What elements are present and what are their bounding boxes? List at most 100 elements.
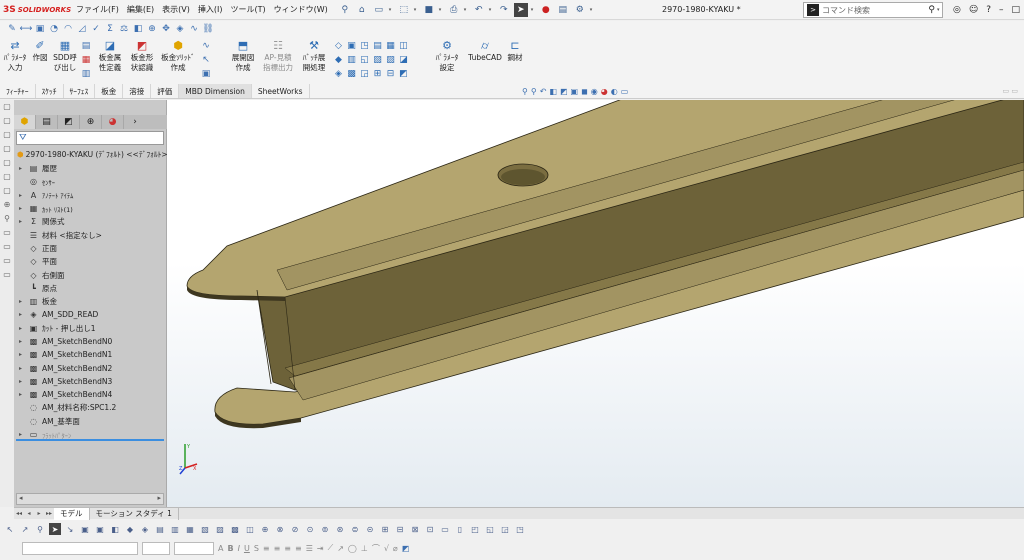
tool-icon[interactable]: ↖: [4, 523, 16, 535]
traffic-light-icon[interactable]: ●: [539, 3, 553, 17]
fillet-icon[interactable]: ◠: [62, 23, 74, 35]
feature-tree-item[interactable]: ▸ Σ 関係式: [19, 215, 167, 228]
feature-tree-item[interactable]: ▸ ▦ ｶｯﾄ ﾘｽﾄ(1): [19, 202, 167, 215]
rollback-bar[interactable]: [16, 439, 164, 441]
tab-evaluate[interactable]: 評価: [151, 84, 180, 98]
new-document-icon[interactable]: ▭: [372, 3, 386, 17]
tab-surfaces[interactable]: ｻｰﾌｪｽ: [64, 84, 96, 98]
strip-tool-icon[interactable]: ▢: [1, 144, 13, 156]
section-view-icon[interactable]: ◧: [549, 87, 557, 96]
horizontal-scrollbar[interactable]: ◂ ▸: [16, 493, 164, 505]
view-orientation-icon[interactable]: ▣: [571, 87, 579, 96]
dimxpert-tab-icon[interactable]: ⊕: [80, 115, 102, 129]
bold-icon[interactable]: B: [227, 544, 233, 553]
datum-icon[interactable]: ⊥: [361, 544, 368, 553]
tool-icon[interactable]: ◫: [244, 523, 256, 535]
maximize-icon[interactable]: □: [1011, 0, 1020, 20]
feature-tree-item[interactable]: ◇ 平面: [19, 255, 167, 268]
smart-dimension-icon[interactable]: ⟷: [20, 23, 33, 35]
property-manager-tab-icon[interactable]: ▤: [36, 115, 58, 129]
sheet-red-icon[interactable]: ▦: [80, 54, 92, 66]
tool-icon[interactable]: ◩: [397, 67, 410, 81]
tool-icon[interactable]: ⊟: [394, 523, 406, 535]
tool-icon[interactable]: ⊞: [379, 523, 391, 535]
tool-icon[interactable]: ▭: [439, 523, 451, 535]
tool-icon[interactable]: ▧: [371, 53, 384, 67]
strip-tool-icon[interactable]: ▢: [1, 116, 13, 128]
chevron-down-icon[interactable]: ▾: [531, 7, 536, 13]
feature-tree-item[interactable]: ◎ ｾﾝｻｰ: [19, 175, 167, 188]
sdd-call-button[interactable]: ▦ SDD呼 び出し: [52, 39, 78, 73]
tool-icon[interactable]: ▥: [169, 523, 181, 535]
feature-tree-item[interactable]: ▸ A ｱﾉﾃｰﾄ ｱｲﾃﾑ: [19, 189, 167, 202]
select-cursor-icon[interactable]: ➤: [513, 2, 528, 17]
print-icon[interactable]: ⎙: [447, 3, 461, 17]
expand-arrow-icon[interactable]: ▸: [19, 192, 28, 199]
tool-icon[interactable]: ⊟: [384, 67, 397, 81]
select-icon[interactable]: ➤: [49, 523, 61, 535]
tool-icon[interactable]: ◈: [332, 67, 345, 81]
tool-icon[interactable]: ▦: [384, 39, 397, 53]
sheet-list-icon[interactable]: ▥: [80, 68, 92, 80]
last-tab-icon[interactable]: ▸▸: [44, 510, 54, 517]
tool-icon[interactable]: ▩: [345, 67, 358, 81]
expand-arrow-icon[interactable]: ▸: [19, 378, 28, 385]
tool-icon[interactable]: ◰: [469, 523, 481, 535]
dynamic-annotation-icon[interactable]: ◩: [560, 87, 568, 96]
tool-icon[interactable]: ⊗: [274, 523, 286, 535]
zoom-to-fit-icon[interactable]: ⚲: [522, 87, 528, 96]
expand-arrow-icon[interactable]: ▸: [19, 391, 28, 398]
feature-tree-item[interactable]: ▸ ▤ 履歴: [19, 162, 167, 175]
tool-icon[interactable]: ⊜: [349, 523, 361, 535]
mass-icon[interactable]: ⚖: [118, 23, 130, 35]
configuration-manager-tab-icon[interactable]: ◩: [58, 115, 80, 129]
tool-icon[interactable]: ↘: [64, 523, 76, 535]
hide-show-icon[interactable]: ◉: [591, 87, 598, 96]
tab-sketch[interactable]: ｽｹｯﾁ: [36, 84, 64, 98]
menu-edit[interactable]: 編集(E): [123, 0, 158, 20]
undo-icon[interactable]: ↶: [472, 3, 486, 17]
scroll-left-icon[interactable]: ◂: [19, 494, 23, 502]
zoom-area-icon[interactable]: ⚲: [531, 87, 537, 96]
first-tab-icon[interactable]: ◂◂: [14, 510, 24, 517]
expand-arrow-icon[interactable]: ▸: [19, 325, 28, 332]
tool-icon[interactable]: ▯: [454, 523, 466, 535]
chamfer-icon[interactable]: ◿: [76, 23, 88, 35]
scene-icon[interactable]: ◐: [611, 87, 618, 96]
viewport-close-icon[interactable]: ▭: [1011, 87, 1018, 95]
expand-arrow-icon[interactable]: ▸: [19, 431, 28, 438]
scroll-right-icon[interactable]: ▸: [157, 494, 161, 502]
feature-tree-item[interactable]: ▸ ▩ AM_SketchBendN3: [19, 375, 167, 388]
feature-tree-item[interactable]: ◇ 右側面: [19, 268, 167, 281]
file-properties-icon[interactable]: ▤: [556, 3, 570, 17]
tab-sheet-metal[interactable]: 板金: [95, 84, 124, 98]
minimize-icon[interactable]: –: [999, 0, 1004, 20]
chevron-down-icon[interactable]: ▾: [489, 7, 494, 13]
extrude-icon[interactable]: ▣: [34, 23, 46, 35]
font-select[interactable]: [22, 541, 138, 555]
height-field[interactable]: [174, 541, 214, 555]
strip-tool-icon[interactable]: ▢: [1, 158, 13, 170]
font-size-select[interactable]: [142, 541, 170, 555]
balloon-icon[interactable]: ◯: [348, 544, 357, 553]
save-icon[interactable]: ■: [422, 3, 436, 17]
tool-icon[interactable]: ⚲: [34, 523, 46, 535]
home-icon[interactable]: ⌂: [355, 3, 369, 17]
revolve-icon[interactable]: ◔: [48, 23, 60, 35]
tool-icon[interactable]: ◆: [124, 523, 136, 535]
tool-icon[interactable]: ◳: [514, 523, 526, 535]
feature-tree-item[interactable]: ◌ AM_基準面: [19, 415, 167, 428]
user-icon[interactable]: ☺: [969, 0, 978, 20]
tool-icon[interactable]: ◲: [499, 523, 511, 535]
feature-tree-item[interactable]: ◇ 正面: [19, 242, 167, 255]
feature-tree-item[interactable]: ☰ 材料 <指定なし>: [19, 228, 167, 241]
tool-icon[interactable]: ▦: [184, 523, 196, 535]
curve-tool-icon[interactable]: ∿: [200, 40, 212, 52]
tool-icon[interactable]: ◫: [397, 39, 410, 53]
feature-tree-item[interactable]: ▸ ▩ AM_SketchBendN0: [19, 335, 167, 348]
view-settings-icon[interactable]: ▭: [621, 87, 629, 96]
expand-arrow-icon[interactable]: ▸: [19, 351, 28, 358]
feature-tree-item[interactable]: ▸ ▣ ｶｯﾄ - 押し出し1: [19, 322, 167, 335]
flat-pattern-button[interactable]: ⬒ 展開図 作成: [229, 39, 257, 73]
drawing-button[interactable]: ✐ 作図: [30, 39, 50, 63]
